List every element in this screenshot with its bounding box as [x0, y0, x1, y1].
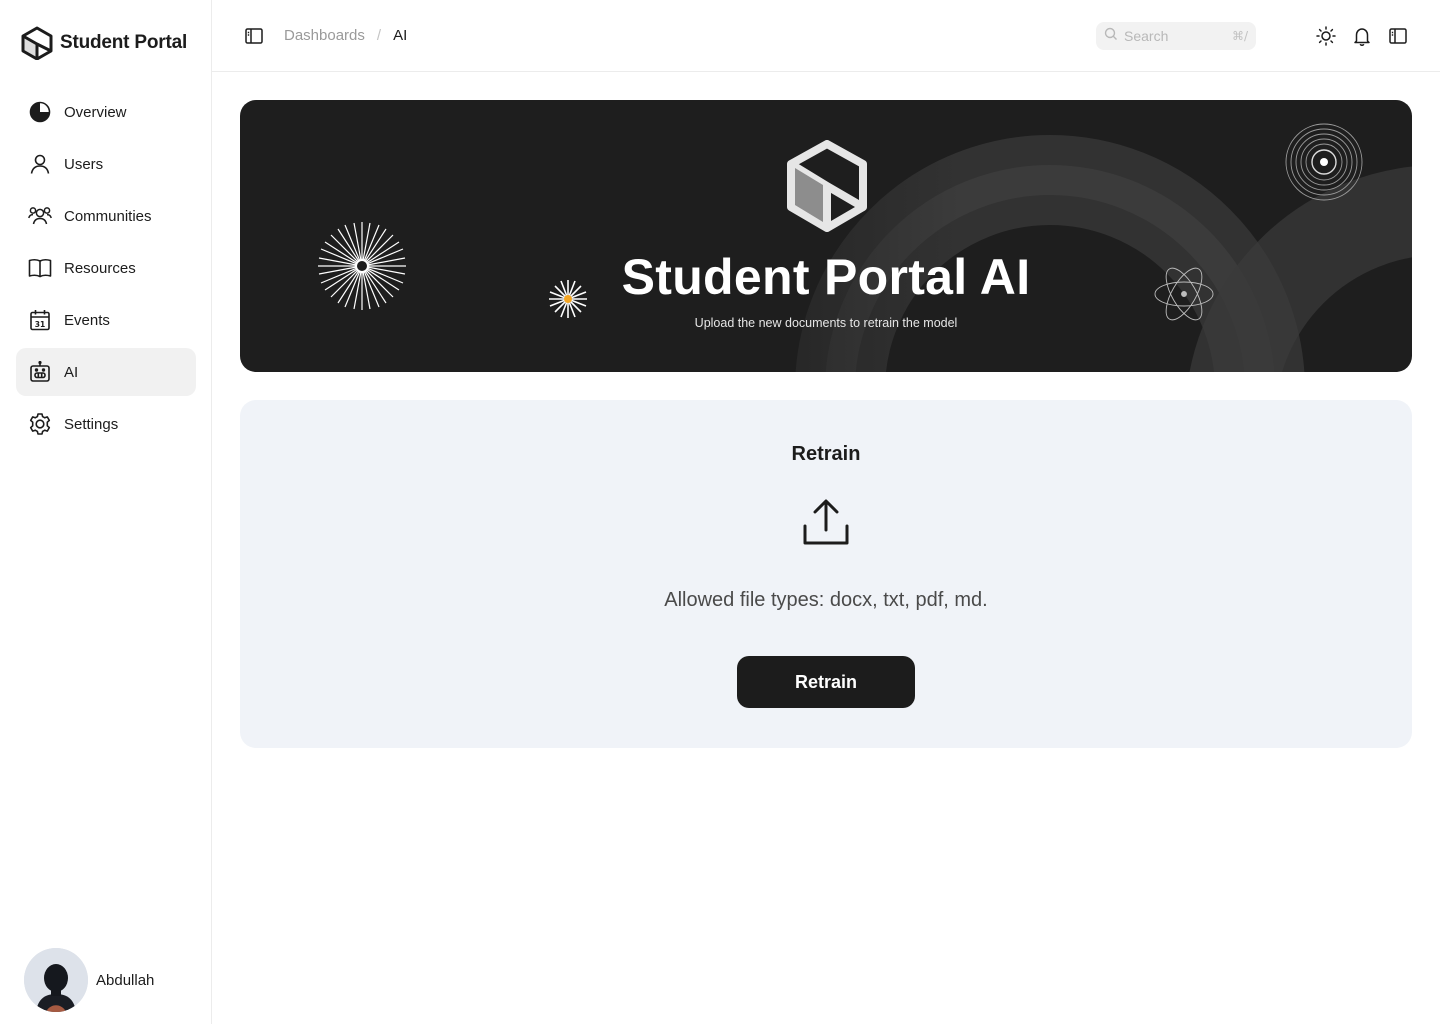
- sidebar-item-overview[interactable]: Overview: [16, 88, 196, 136]
- search-shortcut: ⌘/: [1231, 29, 1248, 43]
- top-header: Dashboards / AI ⌘/: [212, 0, 1440, 72]
- breadcrumb-current: AI: [393, 27, 408, 44]
- sidebar-item-label: Resources: [64, 259, 136, 277]
- brand[interactable]: Student Portal: [20, 26, 187, 60]
- breadcrumb-dashboards[interactable]: Dashboards: [284, 27, 365, 44]
- sidebar-nav: Overview Users Communities Resources 31 …: [16, 88, 196, 452]
- sidebar-toggle-icon[interactable]: [244, 26, 264, 46]
- sidebar-item-label: Settings: [64, 415, 119, 433]
- sidebar-item-label: AI: [64, 363, 79, 381]
- sun-icon[interactable]: [1316, 26, 1336, 46]
- retrain-button[interactable]: Retrain: [737, 656, 915, 708]
- users-group-icon: [28, 204, 52, 228]
- banner-subtitle: Upload the new documents to retrain the …: [694, 316, 958, 330]
- banner-title: Student Portal AI: [621, 249, 1031, 305]
- pie-chart-icon: [28, 100, 52, 124]
- sidebar-item-label: Users: [64, 155, 104, 173]
- sidebar-item-label: Overview: [64, 103, 127, 121]
- cube-logo-icon: [786, 140, 868, 237]
- sidebar-item-resources[interactable]: Resources: [16, 244, 196, 292]
- retrain-card: Retrain Allowed file types: docx, txt, p…: [240, 400, 1412, 748]
- search-icon: [1104, 27, 1118, 46]
- search-input[interactable]: [1124, 28, 1224, 44]
- book-icon: [28, 256, 52, 280]
- user-profile[interactable]: Abdullah: [24, 948, 154, 1012]
- breadcrumb: Dashboards / AI: [284, 27, 407, 44]
- cube-logo-icon: [20, 26, 54, 60]
- sidebar-item-communities[interactable]: Communities: [16, 192, 196, 240]
- concentric-rings-icon: [1285, 123, 1363, 201]
- robot-icon: [28, 360, 52, 384]
- sidebar-item-users[interactable]: Users: [16, 140, 196, 188]
- allowed-file-types: Allowed file types: docx, txt, pdf, md.: [664, 589, 988, 611]
- svg-text:31: 31: [35, 320, 45, 329]
- user-name: Abdullah: [96, 971, 155, 989]
- avatar: [24, 948, 88, 1012]
- sidebar-item-label: Events: [64, 311, 110, 329]
- sidebar-item-label: Communities: [64, 207, 152, 225]
- sidebar-toggle-icon[interactable]: [1388, 26, 1408, 46]
- brand-name: Student Portal: [60, 32, 188, 53]
- ai-banner: Student Portal AI Upload the new documen…: [240, 100, 1412, 372]
- sidebar-item-settings[interactable]: Settings: [16, 400, 196, 448]
- user-icon: [28, 152, 52, 176]
- gear-icon: [28, 412, 52, 436]
- bell-icon[interactable]: [1352, 26, 1372, 46]
- sidebar-item-events[interactable]: 31 Events: [16, 296, 196, 344]
- calendar-icon: 31: [28, 308, 52, 332]
- sidebar-item-ai[interactable]: AI: [16, 348, 196, 396]
- sidebar: Student Portal Overview Users Communitie…: [0, 0, 212, 1024]
- search-box[interactable]: ⌘/: [1096, 22, 1256, 50]
- upload-icon[interactable]: [801, 498, 851, 548]
- breadcrumb-separator: /: [376, 27, 382, 44]
- retrain-title: Retrain: [791, 443, 861, 465]
